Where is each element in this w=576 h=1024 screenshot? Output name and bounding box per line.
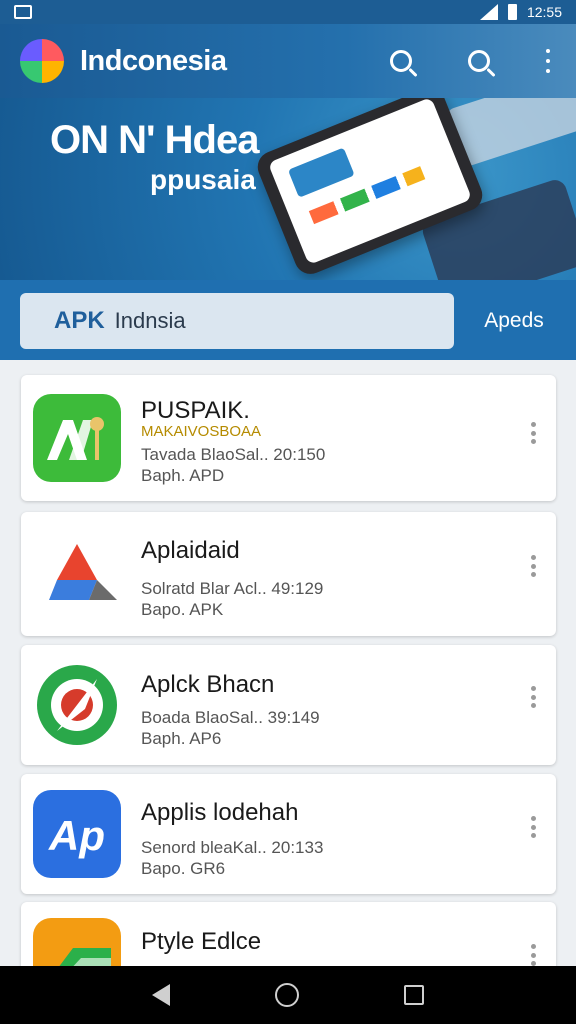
item-overflow-icon[interactable]	[531, 555, 536, 577]
app-name: Ptyle Edlce	[141, 928, 262, 955]
app-type: Baph. AP6	[141, 729, 222, 748]
app-list[interactable]: PUSPAIK. MAKAIVOSBOAA Tavada BlaoSal.. 2…	[0, 360, 576, 966]
back-icon[interactable]	[152, 984, 171, 1006]
item-overflow-icon[interactable]	[531, 944, 536, 966]
signal-icon	[479, 4, 498, 20]
compass-icon	[33, 661, 121, 749]
app-meta: Senord bleaKal.. 20:133	[141, 838, 324, 857]
triangle-logo-icon	[33, 530, 121, 618]
battery-icon	[507, 4, 517, 20]
app-name: Aplck Bhacn	[141, 671, 275, 698]
search-icon-secondary[interactable]	[468, 50, 490, 72]
search-input[interactable]: APK Indnsia	[20, 293, 454, 349]
recents-icon[interactable]	[403, 985, 424, 1005]
app-meta: Boada BlaoSal.. 39:149	[141, 708, 320, 727]
list-item[interactable]: Ptyle Edlce	[21, 902, 556, 966]
apk-pen-icon	[33, 394, 121, 482]
list-item[interactable]: Aplck Bhacn Boada BlaoSal.. 39:149 Baph.…	[21, 645, 556, 765]
app-tagline: MAKAIVOSBOAA	[141, 423, 262, 440]
search-query: Indnsia	[114, 308, 186, 333]
ap-letters-icon: Ap	[33, 790, 121, 878]
list-item[interactable]: PUSPAIK. MAKAIVOSBOAA Tavada BlaoSal.. 2…	[21, 375, 556, 501]
app-title: Indconesia	[80, 44, 227, 77]
search-band: APK Indnsia Apeds	[0, 280, 576, 360]
app-name: Aplaidaid	[141, 537, 240, 564]
app-meta: Solratd Blar Acl.. 49:129	[141, 579, 324, 598]
item-overflow-icon[interactable]	[531, 686, 536, 708]
list-item[interactable]: Aplaidaid Solratd Blar Acl.. 49:129 Bapo…	[21, 512, 556, 636]
app-logo-icon	[20, 39, 64, 83]
app-meta: Tavada BlaoSal.. 20:150	[141, 445, 326, 464]
search-prefix: APK	[54, 307, 105, 334]
hero-title: ON N' Hdea	[50, 118, 259, 162]
app-bar: Indconesia	[0, 24, 576, 98]
image-notification-icon	[14, 5, 32, 19]
app-type: Bapo. APK	[141, 600, 224, 619]
app-name: Applis lodehah	[141, 799, 299, 826]
system-nav-bar	[0, 966, 576, 1024]
list-item[interactable]: Ap Applis lodehah Senord bleaKal.. 20:13…	[21, 774, 556, 894]
app-type: Bapo. GR6	[141, 859, 226, 878]
home-icon[interactable]	[274, 983, 299, 1007]
svg-text:Ap: Ap	[48, 812, 105, 859]
search-icon[interactable]	[390, 50, 412, 72]
folder-green-icon	[33, 918, 121, 966]
overflow-menu-icon[interactable]	[546, 49, 550, 73]
hero-banner[interactable]: ON N' Hdea ppusaia	[0, 98, 576, 280]
status-time: 12:55	[526, 4, 562, 20]
item-overflow-icon[interactable]	[531, 422, 536, 444]
app-name: PUSPAIK.	[141, 397, 250, 424]
app-type: Baph. APD	[141, 466, 225, 485]
hero-subtitle: ppusaia	[150, 164, 256, 195]
search-button[interactable]: Apeds	[456, 293, 572, 349]
item-overflow-icon[interactable]	[531, 816, 536, 838]
status-bar: 12:55	[0, 0, 576, 24]
